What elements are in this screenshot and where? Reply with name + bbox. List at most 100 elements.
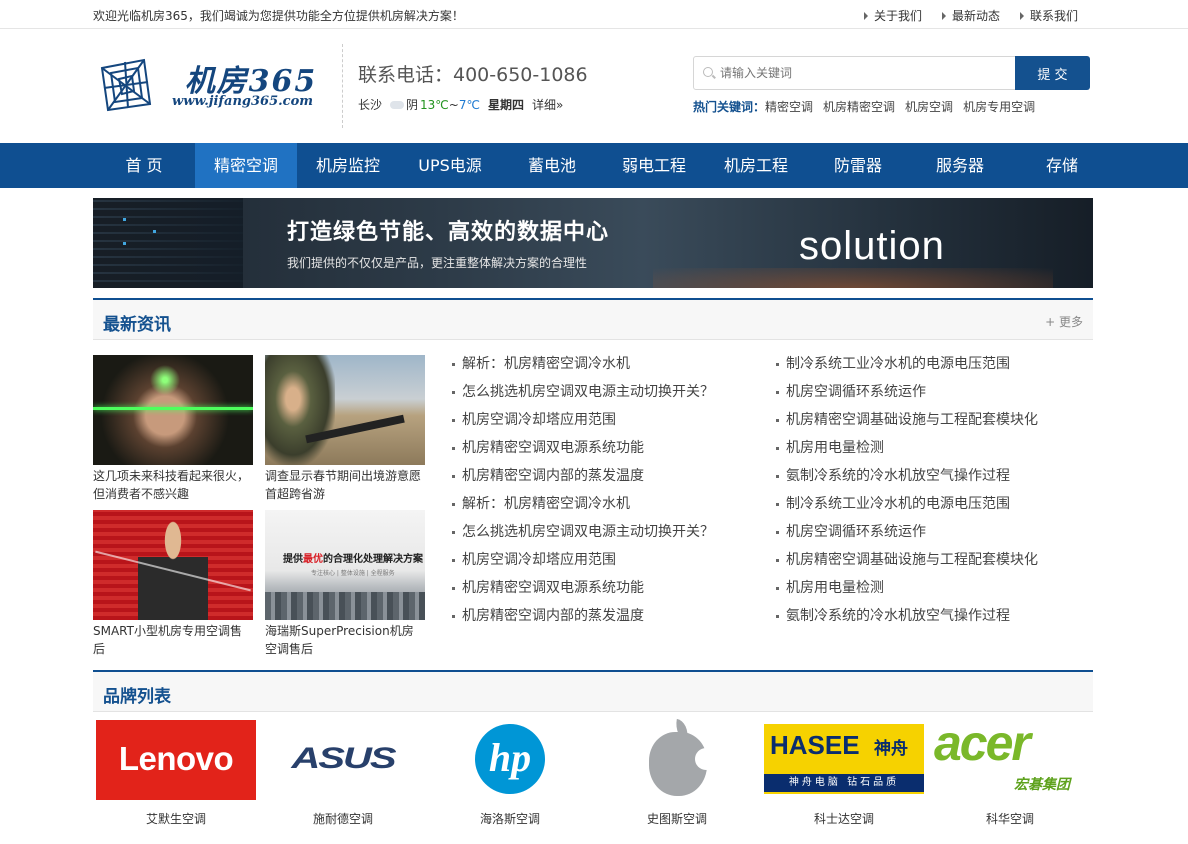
news-thumb[interactable]: 这几项未来科技看起来很火，但消费者不感兴趣 [93, 355, 253, 503]
nav-item-battery[interactable]: 蓄电池 [501, 143, 603, 188]
list-item[interactable]: 机房精密空调内部的蒸发温度 [452, 607, 714, 635]
banner-headline: 打造绿色节能、高效的数据中心 [287, 220, 610, 245]
brand-item-apple[interactable]: 史图斯空调 [594, 718, 760, 827]
nav-item-ups[interactable]: UPS电源 [399, 143, 501, 188]
led-dot [153, 230, 156, 233]
brand-item-lenovo[interactable]: Lenovo 艾默生空调 [93, 720, 259, 827]
news-list-left: 解析：机房精密空调冷水机 怎么挑选机房空调双电源主动切换开关？ 机房空调冷却塔应… [452, 355, 714, 635]
weather-condition-wrap: 阴 [390, 96, 418, 113]
brand-item-acer[interactable]: acer 宏碁集团 科华空调 [927, 715, 1093, 827]
site-logo[interactable]: 机房365 www.jifang365.com [98, 56, 318, 116]
top-link-contact[interactable]: 联系我们 [1019, 7, 1078, 24]
news-thumb-caption: 海瑞斯SuperPrecision机房空调售后 [265, 624, 414, 656]
list-item[interactable]: 解析：机房精密空调冷水机 [452, 355, 714, 383]
hot-keyword[interactable]: 机房空调 [905, 98, 953, 115]
hot-keyword[interactable]: 精密空调 [765, 98, 813, 115]
weather-temp-low: 13℃ [420, 97, 449, 112]
list-item[interactable]: 机房精密空调基础设施与工程配套模块化 [776, 551, 1038, 579]
weather-condition: 阴 [406, 98, 419, 112]
weather-temp-sep: ~ [448, 97, 459, 112]
weather-temp: 13℃~7℃ [420, 98, 480, 112]
list-item[interactable]: 机房精密空调基础设施与工程配套模块化 [776, 411, 1038, 439]
list-item[interactable]: 解析：机房精密空调冷水机 [452, 495, 714, 523]
acer-logo: acer 宏碁集团 [934, 715, 1070, 793]
list-item[interactable]: 氨制冷系统的冷水机放空气操作过程 [776, 607, 1038, 635]
thumb-image-subtitle: 专注核心 | 整体设施 | 全程服务 [311, 570, 395, 577]
hot-keywords-label: 热门关键词： [693, 100, 766, 114]
list-item[interactable]: 制冷系统工业冷水机的电源电压范围 [776, 355, 1038, 383]
list-item[interactable]: 氨制冷系统的冷水机放空气操作过程 [776, 467, 1038, 495]
list-item[interactable]: 机房精密空调内部的蒸发温度 [452, 467, 714, 495]
banner-subline: 我们提供的不仅仅是产品，更注重整体解决方案的合理性 [287, 256, 588, 270]
search-icon [703, 67, 713, 77]
search-bar: 提 交 [693, 56, 1090, 90]
brand-name: 史图斯空调 [646, 812, 707, 826]
nav-item-server[interactable]: 服务器 [909, 143, 1011, 188]
nav-item-precision-ac[interactable]: 精密空调 [195, 143, 297, 188]
news-thumb[interactable]: 调查显示春节期间出境游意愿首超跨省游 [265, 355, 425, 503]
contact-phone: 联系电话：400-650-1086 [358, 64, 588, 86]
list-item[interactable]: 机房用电量检测 [776, 579, 1038, 607]
hero-banner[interactable]: 打造绿色节能、高效的数据中心 我们提供的不仅仅是产品，更注重整体解决方案的合理性… [93, 198, 1093, 288]
list-item[interactable]: 机房空调循环系统运作 [776, 383, 1038, 411]
weather-detail-link[interactable]: 详细» [532, 96, 563, 113]
nav-item-storage[interactable]: 存储 [1011, 143, 1113, 188]
news-thumb-image [93, 510, 253, 620]
list-item[interactable]: 机房空调循环系统运作 [776, 523, 1038, 551]
news-thumb[interactable]: SMART小型机房专用空调售后 [93, 510, 253, 658]
news-thumb[interactable]: 提供最优的合理化处理解决方案 专注核心 | 整体设施 | 全程服务 海瑞斯Sup… [265, 510, 425, 658]
weather-weekday: 星期四 [487, 98, 524, 112]
more-link[interactable]: + 更多 [1045, 313, 1083, 330]
triangle-right-icon [941, 11, 946, 20]
header-divider [342, 44, 343, 128]
hot-keywords: 热门关键词： 精密空调 机房精密空调 机房空调 机房专用空调 [693, 98, 1035, 115]
hp-logo: hp [430, 720, 590, 800]
logo-url: www.jifang365.com [172, 94, 313, 109]
list-item[interactable]: 怎么挑选机房空调双电源主动切换开关？ [452, 383, 714, 411]
brand-name: 施耐德空调 [312, 812, 373, 826]
spider-web-icon [100, 58, 152, 112]
news-thumb-image [93, 355, 253, 465]
apple-icon [597, 718, 757, 800]
hot-keyword[interactable]: 机房精密空调 [823, 98, 895, 115]
list-item[interactable]: 机房用电量检测 [776, 439, 1038, 467]
nav-item-surge[interactable]: 防雷器 [807, 143, 909, 188]
news-thumb-caption: 调查显示春节期间出境游意愿首超跨省游 [265, 469, 422, 501]
asus-logo: ASUS [291, 741, 396, 775]
news-thumb-caption: SMART小型机房专用空调售后 [93, 624, 242, 656]
brand-item-hp[interactable]: hp 海洛斯空调 [427, 720, 593, 827]
list-item[interactable]: 机房空调冷却塔应用范围 [452, 551, 714, 579]
list-item[interactable]: 机房精密空调双电源系统功能 [452, 439, 714, 467]
news-section-header: 最新资讯 + 更多 [93, 298, 1093, 340]
hot-keyword[interactable]: 机房专用空调 [963, 98, 1035, 115]
cloud-icon [390, 101, 405, 109]
banner-glow [653, 268, 1053, 288]
search-input[interactable] [693, 56, 1016, 90]
brand-item-asus[interactable]: ASUS 施耐德空调 [260, 720, 426, 827]
triangle-right-icon [863, 11, 868, 20]
led-dot [123, 218, 126, 221]
list-item[interactable]: 机房精密空调双电源系统功能 [452, 579, 714, 607]
news-thumb-caption: 这几项未来科技看起来很火，但消费者不感兴趣 [93, 469, 250, 501]
city-skyline [265, 592, 425, 620]
section-title: 最新资讯 [103, 315, 171, 335]
nav-item-datacenter-eng[interactable]: 机房工程 [705, 143, 807, 188]
list-item[interactable]: 怎么挑选机房空调双电源主动切换开关？ [452, 523, 714, 551]
server-rack-image [93, 198, 243, 288]
nav-item-monitoring[interactable]: 机房监控 [297, 143, 399, 188]
nav-item-low-voltage[interactable]: 弱电工程 [603, 143, 705, 188]
top-link-news[interactable]: 最新动态 [941, 7, 1000, 24]
main-nav: 首 页 精密空调 机房监控 UPS电源 蓄电池 弱电工程 机房工程 防雷器 服务… [0, 143, 1188, 188]
list-item[interactable]: 机房空调冷却塔应用范围 [452, 411, 714, 439]
news-thumb-image: 提供最优的合理化处理解决方案 专注核心 | 整体设施 | 全程服务 [265, 510, 425, 620]
thumb-image-title: 提供最优的合理化处理解决方案 [283, 554, 423, 565]
top-link-about[interactable]: 关于我们 [863, 7, 922, 24]
weather-temp-high: 7℃ [458, 97, 480, 112]
search-submit-button[interactable]: 提 交 [1015, 56, 1090, 90]
list-item[interactable]: 制冷系统工业冷水机的电源电压范围 [776, 495, 1038, 523]
brand-item-hasee[interactable]: HASEE 神舟 神舟电脑 钻石品质 科士达空调 [761, 720, 927, 827]
nav-item-home[interactable]: 首 页 [93, 143, 195, 188]
lenovo-logo: Lenovo [96, 720, 256, 800]
brand-name: 科士达空调 [813, 812, 874, 826]
news-list-right: 制冷系统工业冷水机的电源电压范围 机房空调循环系统运作 机房精密空调基础设施与工… [776, 355, 1038, 635]
